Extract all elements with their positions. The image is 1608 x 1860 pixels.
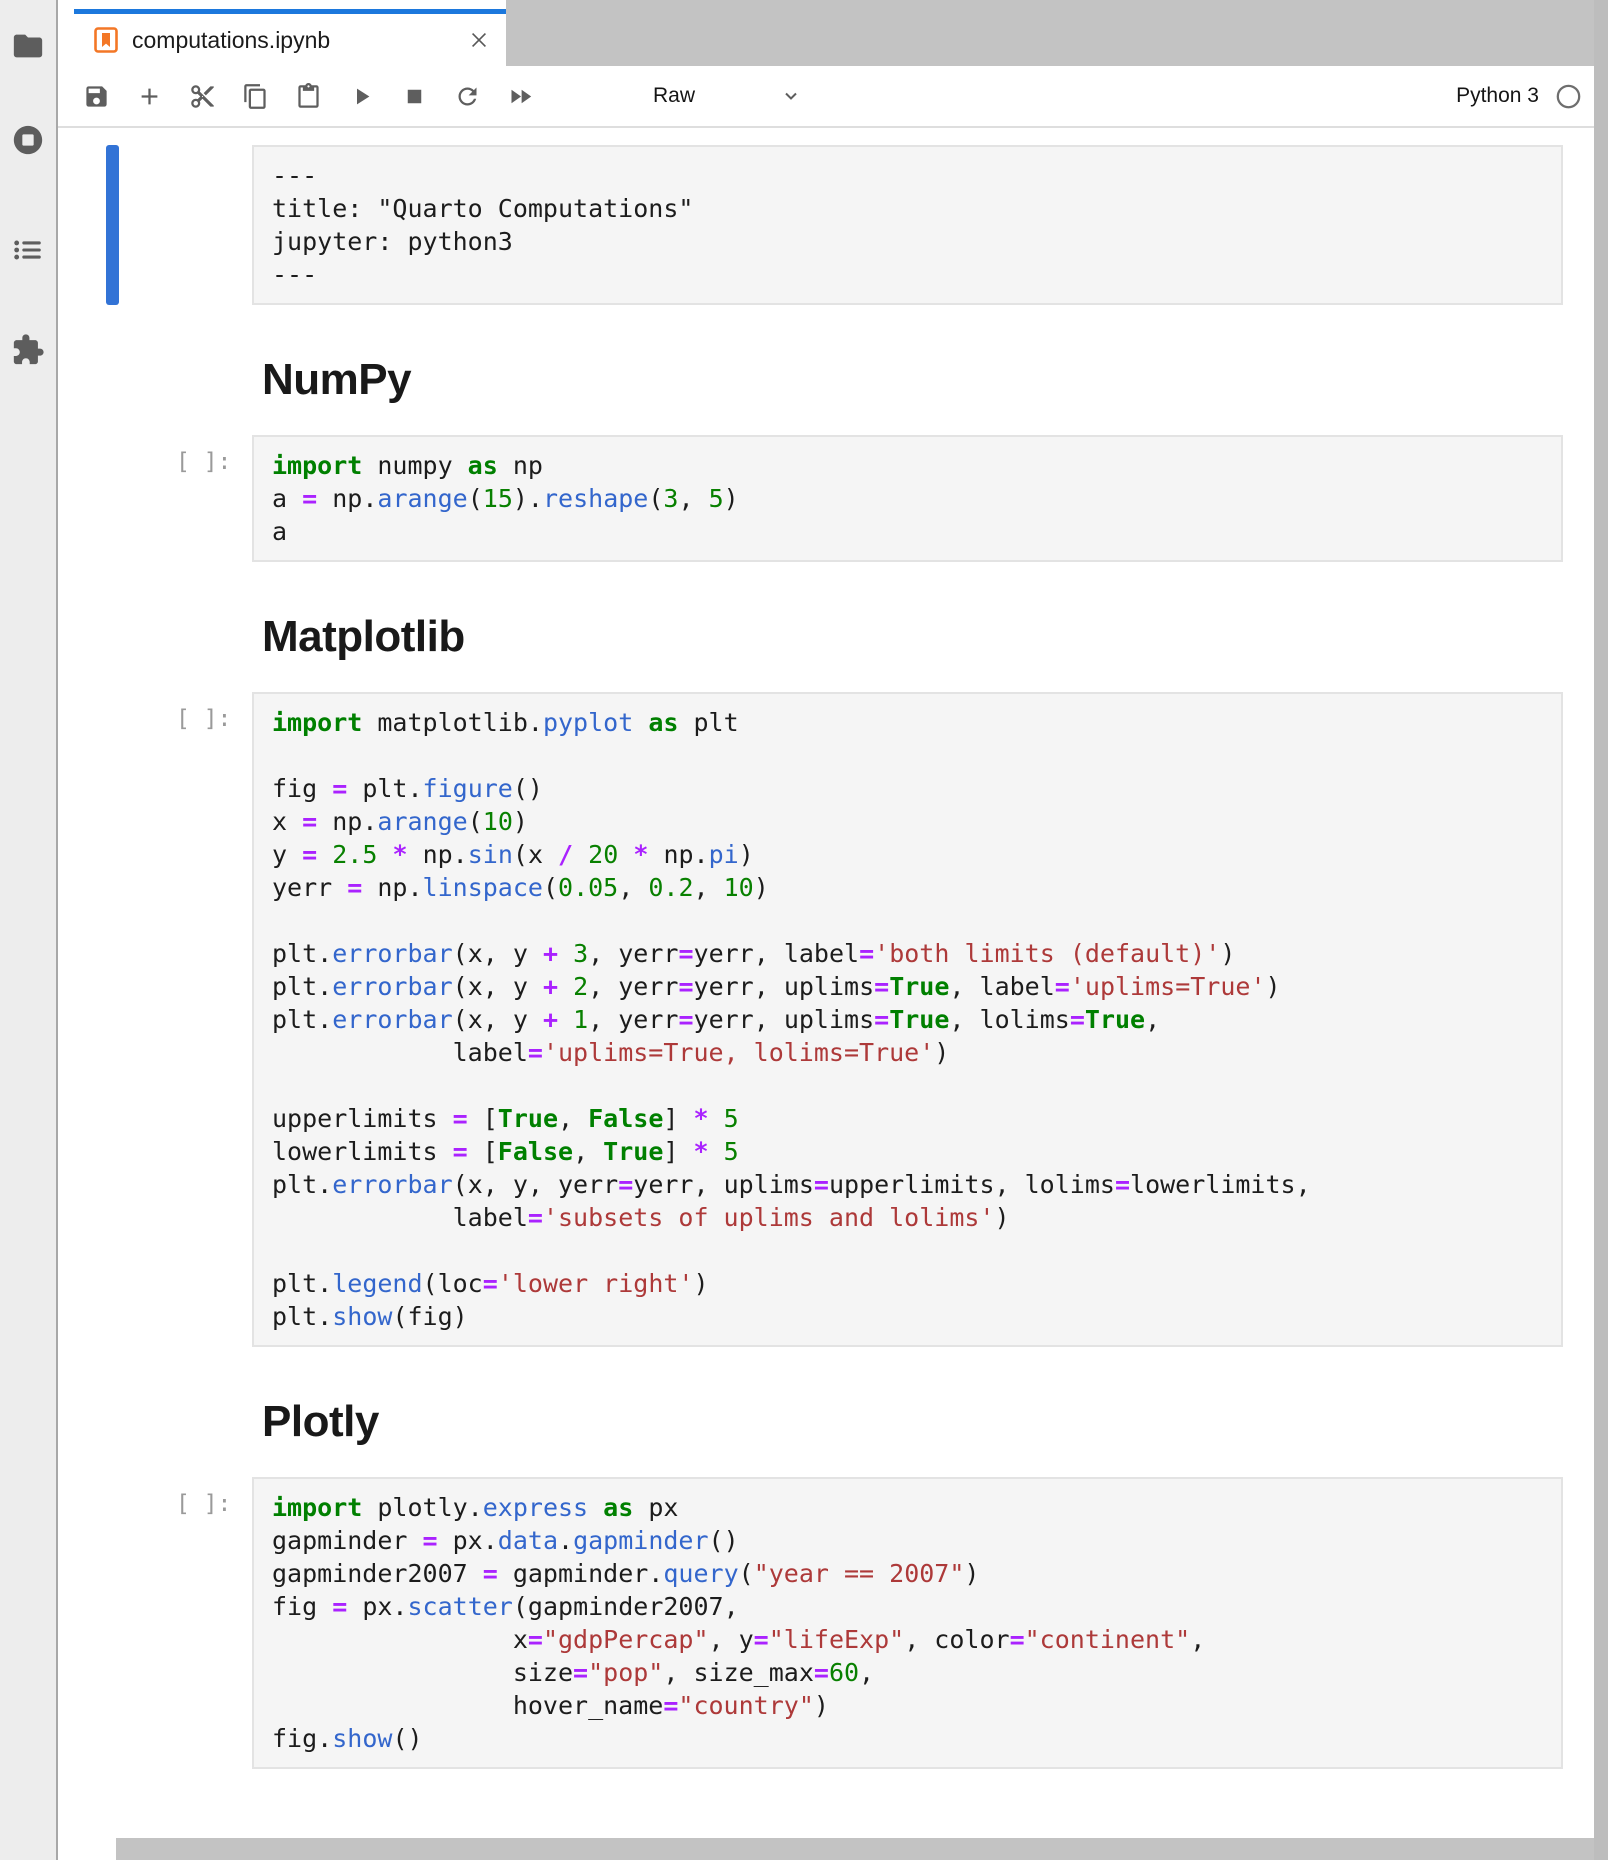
- cell-type-dropdown[interactable]: Raw: [653, 84, 801, 108]
- interrupt-kernel-button[interactable]: [398, 80, 430, 112]
- restart-kernel-icon: [454, 83, 481, 110]
- markdown-heading[interactable]: Plotly: [262, 1397, 1594, 1447]
- cut-cells-button[interactable]: [186, 80, 218, 112]
- cell-editor[interactable]: import numpy as npa = np.arange(15).resh…: [252, 435, 1563, 562]
- insert-cell-icon: [136, 83, 163, 110]
- code-cell[interactable]: [ ]:import numpy as npa = np.arange(15).…: [252, 435, 1563, 562]
- notebook-file-icon: [94, 27, 118, 53]
- cut-cells-icon: [189, 83, 216, 110]
- cell-editor[interactable]: import plotly.express as pxgapminder = p…: [252, 1477, 1563, 1769]
- save-icon: [83, 83, 110, 110]
- insert-cell-button[interactable]: [133, 80, 165, 112]
- paste-cells-icon: [295, 83, 322, 110]
- cell-type-value: Raw: [653, 84, 695, 108]
- code-cell[interactable]: [ ]:import plotly.express as pxgapminder…: [252, 1477, 1563, 1769]
- main-area: computations.ipynb Raw Python 3 ---title…: [58, 0, 1594, 1860]
- active-cell-indicator: [106, 145, 119, 305]
- markdown-heading[interactable]: Matplotlib: [262, 612, 1594, 662]
- tab-bar-fill: [506, 0, 1594, 66]
- cell-prompt: [ ]:: [176, 706, 231, 732]
- cell-editor[interactable]: ---title: "Quarto Computations"jupyter: …: [252, 145, 1563, 305]
- jupyterlab-window: computations.ipynb Raw Python 3 ---title…: [0, 0, 1608, 1860]
- restart-run-all-button[interactable]: [504, 80, 536, 112]
- scrollbar-track[interactable]: [1594, 0, 1608, 1860]
- markdown-heading[interactable]: NumPy: [262, 355, 1594, 405]
- table-of-contents-icon[interactable]: [11, 233, 45, 267]
- paste-cells-button[interactable]: [292, 80, 324, 112]
- running-kernels-icon[interactable]: [11, 123, 45, 157]
- kernel-status-icon[interactable]: [1555, 83, 1582, 110]
- copy-cells-button[interactable]: [239, 80, 271, 112]
- raw-cell[interactable]: ---title: "Quarto Computations"jupyter: …: [252, 145, 1563, 305]
- interrupt-kernel-icon: [401, 83, 428, 110]
- run-cell-button[interactable]: [345, 80, 377, 112]
- copy-cells-icon: [242, 83, 269, 110]
- notebook-content: ---title: "Quarto Computations"jupyter: …: [58, 128, 1594, 1769]
- run-cell-icon: [348, 83, 375, 110]
- cell-prompt: [ ]:: [176, 449, 231, 475]
- restart-run-all-icon: [507, 83, 534, 110]
- bottom-bar: [116, 1838, 1594, 1860]
- save-button[interactable]: [80, 80, 112, 112]
- cell-editor[interactable]: import matplotlib.pyplot as plt fig = pl…: [252, 692, 1563, 1347]
- restart-kernel-button[interactable]: [451, 80, 483, 112]
- extensions-icon[interactable]: [11, 333, 45, 367]
- file-browser-icon[interactable]: [11, 29, 45, 63]
- tab-computations-notebook[interactable]: computations.ipynb: [74, 9, 506, 66]
- cell-prompt: [ ]:: [176, 1491, 231, 1517]
- chevron-down-icon: [781, 86, 801, 106]
- tab-title: computations.ipynb: [132, 27, 454, 54]
- code-cell[interactable]: [ ]:import matplotlib.pyplot as plt fig …: [252, 692, 1563, 1347]
- tab-close-icon[interactable]: [468, 29, 490, 51]
- kernel-name[interactable]: Python 3: [1456, 84, 1539, 108]
- left-activity-bar: [0, 0, 58, 1860]
- tab-bar: computations.ipynb: [58, 0, 1594, 66]
- notebook-toolbar: Raw Python 3: [58, 66, 1594, 128]
